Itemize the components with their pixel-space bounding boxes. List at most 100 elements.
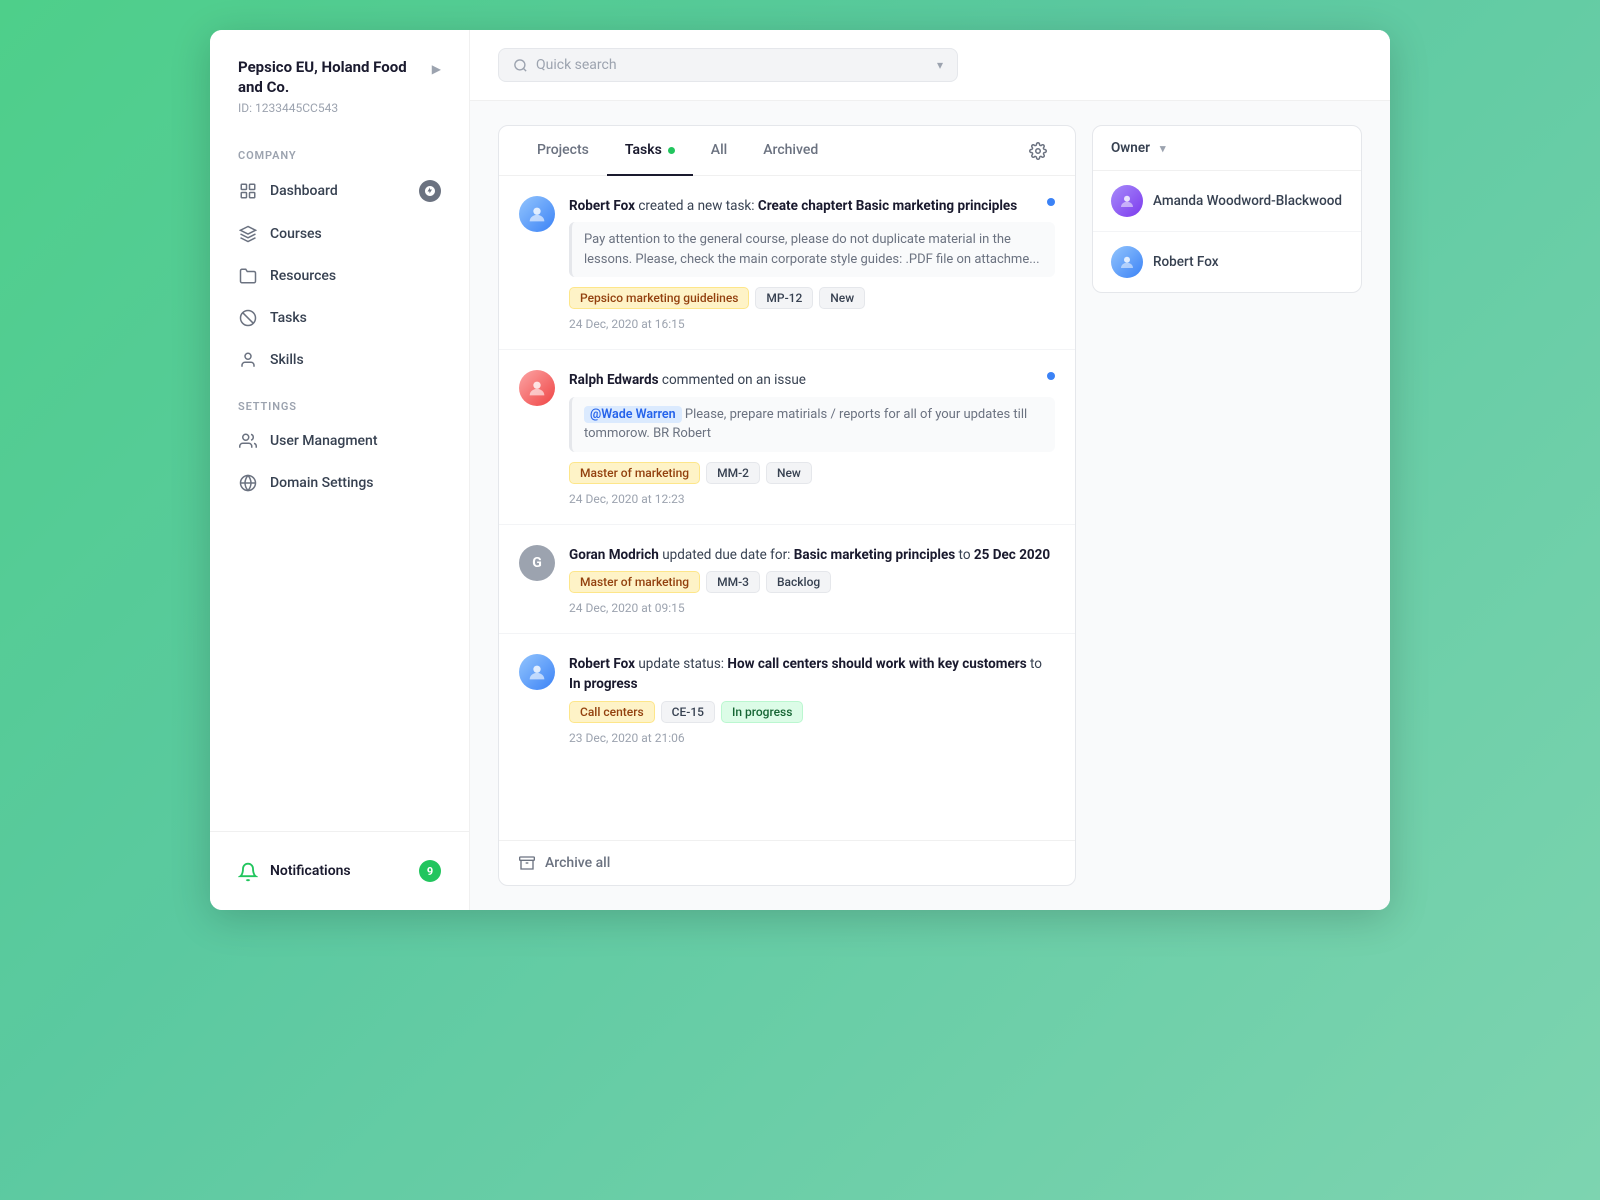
tab-projects[interactable]: Projects	[519, 126, 607, 176]
notifications-count: 9	[419, 860, 441, 882]
tag: Call centers	[569, 701, 655, 723]
owner-item[interactable]: Amanda Woodword-Blackwood	[1093, 171, 1361, 232]
resources-icon	[238, 266, 258, 286]
dashboard-icon	[238, 181, 258, 201]
tag: Backlog	[766, 571, 831, 593]
feed-item-comment: @Wade Warren Please, prepare matirials /…	[569, 397, 1055, 452]
tasks-label: Tasks	[270, 310, 307, 326]
company-id: ID: 1233445CC543	[238, 101, 432, 115]
tasks-tab-dot	[668, 147, 675, 154]
feed-action2: to	[1030, 656, 1042, 672]
tag: New	[819, 287, 865, 309]
archive-icon	[519, 855, 535, 871]
sidebar-header: Pepsico EU, Holand Food and Co. ID: 1233…	[210, 30, 469, 131]
sidebar-item-resources[interactable]: Resources	[224, 256, 455, 296]
courses-label: Courses	[270, 226, 322, 242]
feed-item: Robert Fox update status: How call cente…	[499, 634, 1075, 763]
feed-author: Robert Fox	[569, 656, 635, 672]
owner-avatar	[1111, 246, 1143, 278]
feed-tags: Master of marketing MM-2 New	[569, 462, 1055, 484]
company-name: Pepsico EU, Holand Food and Co.	[238, 58, 432, 97]
avatar	[519, 370, 555, 406]
tag: In progress	[721, 701, 803, 723]
feed-item-text: Goran Modrich updated due date for: Basi…	[569, 545, 1055, 565]
search-dropdown-icon: ▾	[937, 58, 943, 72]
tab-all[interactable]: All	[693, 126, 745, 176]
tag: MM-2	[706, 462, 760, 484]
feed-panel: Projects Tasks All Archived	[498, 125, 1076, 886]
feed-tags: Pepsico marketing guidelines MP-12 New	[569, 287, 1055, 309]
avatar: G	[519, 545, 555, 581]
feed-time: 24 Dec, 2020 at 12:23	[569, 492, 1055, 506]
tab-archived[interactable]: Archived	[745, 126, 836, 176]
sidebar-item-courses[interactable]: Courses	[224, 214, 455, 254]
owner-list: Amanda Woodword-Blackwood Robert Fox	[1093, 171, 1361, 292]
owner-title: Owner	[1111, 140, 1150, 156]
dashboard-badge	[419, 180, 441, 202]
user-management-label: User Managment	[270, 433, 378, 449]
tasks-icon	[238, 308, 258, 328]
tab-tasks[interactable]: Tasks	[607, 126, 693, 176]
mention-badge: @Wade Warren	[584, 406, 682, 423]
feed-tags: Master of marketing MM-3 Backlog	[569, 571, 1055, 593]
sidebar-bottom: Notifications 9	[210, 831, 469, 910]
search-box[interactable]: Quick search ▾	[498, 48, 958, 82]
tabs-settings-button[interactable]	[1021, 132, 1055, 169]
search-input[interactable]: Quick search	[536, 57, 929, 73]
sidebar-item-skills[interactable]: Skills	[224, 340, 455, 380]
dashboard-label: Dashboard	[270, 183, 338, 199]
owner-panel: Owner ▾ Amanda Woodword-Blackwood	[1092, 125, 1362, 293]
notifications-item[interactable]: Notifications 9	[224, 848, 455, 894]
main-content: Quick search ▾ Projects Tasks All	[470, 30, 1390, 910]
content-area: Projects Tasks All Archived	[470, 101, 1390, 910]
feed-item-text: Robert Fox created a new task: Create ch…	[569, 196, 1055, 216]
tag: MM-3	[706, 571, 760, 593]
archive-all-label: Archive all	[545, 855, 610, 871]
tag: New	[766, 462, 812, 484]
feed-author: Goran Modrich	[569, 547, 659, 563]
company-nav: Dashboard Courses	[210, 170, 469, 382]
feed-time: 23 Dec, 2020 at 21:06	[569, 731, 1055, 745]
feed-date2: 25 Dec 2020	[974, 547, 1050, 563]
owner-header: Owner ▾	[1093, 126, 1361, 171]
sidebar-item-domain-settings[interactable]: Domain Settings	[224, 463, 455, 503]
owner-name: Robert Fox	[1153, 254, 1219, 270]
feed-item: Robert Fox created a new task: Create ch…	[499, 176, 1075, 350]
user-management-icon	[238, 431, 258, 451]
skills-label: Skills	[270, 352, 304, 368]
feed-item: G Goran Modrich updated due date for: Ba…	[499, 525, 1075, 634]
feed-action: update status:	[638, 656, 727, 672]
sidebar-item-dashboard[interactable]: Dashboard	[224, 170, 455, 212]
sidebar-toggle-icon[interactable]: ▶	[432, 62, 441, 76]
sidebar-item-tasks[interactable]: Tasks	[224, 298, 455, 338]
sidebar-item-user-management[interactable]: User Managment	[224, 421, 455, 461]
feed-item: Ralph Edwards commented on an issue @Wad…	[499, 350, 1075, 525]
feed-action: updated due date for:	[662, 547, 794, 563]
feed-status2: In progress	[569, 676, 638, 692]
owner-item[interactable]: Robert Fox	[1093, 232, 1361, 292]
notifications-label: Notifications	[270, 863, 407, 879]
avatar	[519, 196, 555, 232]
feed-author: Ralph Edwards	[569, 372, 659, 388]
owner-dropdown-icon[interactable]: ▾	[1160, 142, 1166, 155]
tag: Pepsico marketing guidelines	[569, 287, 749, 309]
search-icon	[513, 57, 528, 73]
feed-item-text: Robert Fox update status: How call cente…	[569, 654, 1055, 695]
feed-item-body: Goran Modrich updated due date for: Basi…	[569, 545, 1055, 615]
avatar	[519, 654, 555, 690]
feed-item-body: Robert Fox created a new task: Create ch…	[569, 196, 1055, 331]
archive-all-button[interactable]: Archive all	[499, 840, 1075, 885]
feed-item-subtext: Pay attention to the general course, ple…	[569, 222, 1055, 277]
tag: CE-15	[661, 701, 715, 723]
settings-nav: User Managment Domain Settings	[210, 421, 469, 505]
feed-time: 24 Dec, 2020 at 16:15	[569, 317, 1055, 331]
unread-dot	[1047, 198, 1055, 206]
feed-title: Basic marketing principles	[794, 547, 955, 563]
feed-title: Create chaptert Basic marketing principl…	[758, 198, 1017, 214]
tag: Master of marketing	[569, 571, 700, 593]
feed-item-body: Ralph Edwards commented on an issue @Wad…	[569, 370, 1055, 506]
skills-icon	[238, 350, 258, 370]
feed-action: commented on an issue	[662, 372, 806, 388]
feed-author: Robert Fox	[569, 198, 635, 214]
feed-title: How call centers should work with key cu…	[727, 656, 1026, 672]
